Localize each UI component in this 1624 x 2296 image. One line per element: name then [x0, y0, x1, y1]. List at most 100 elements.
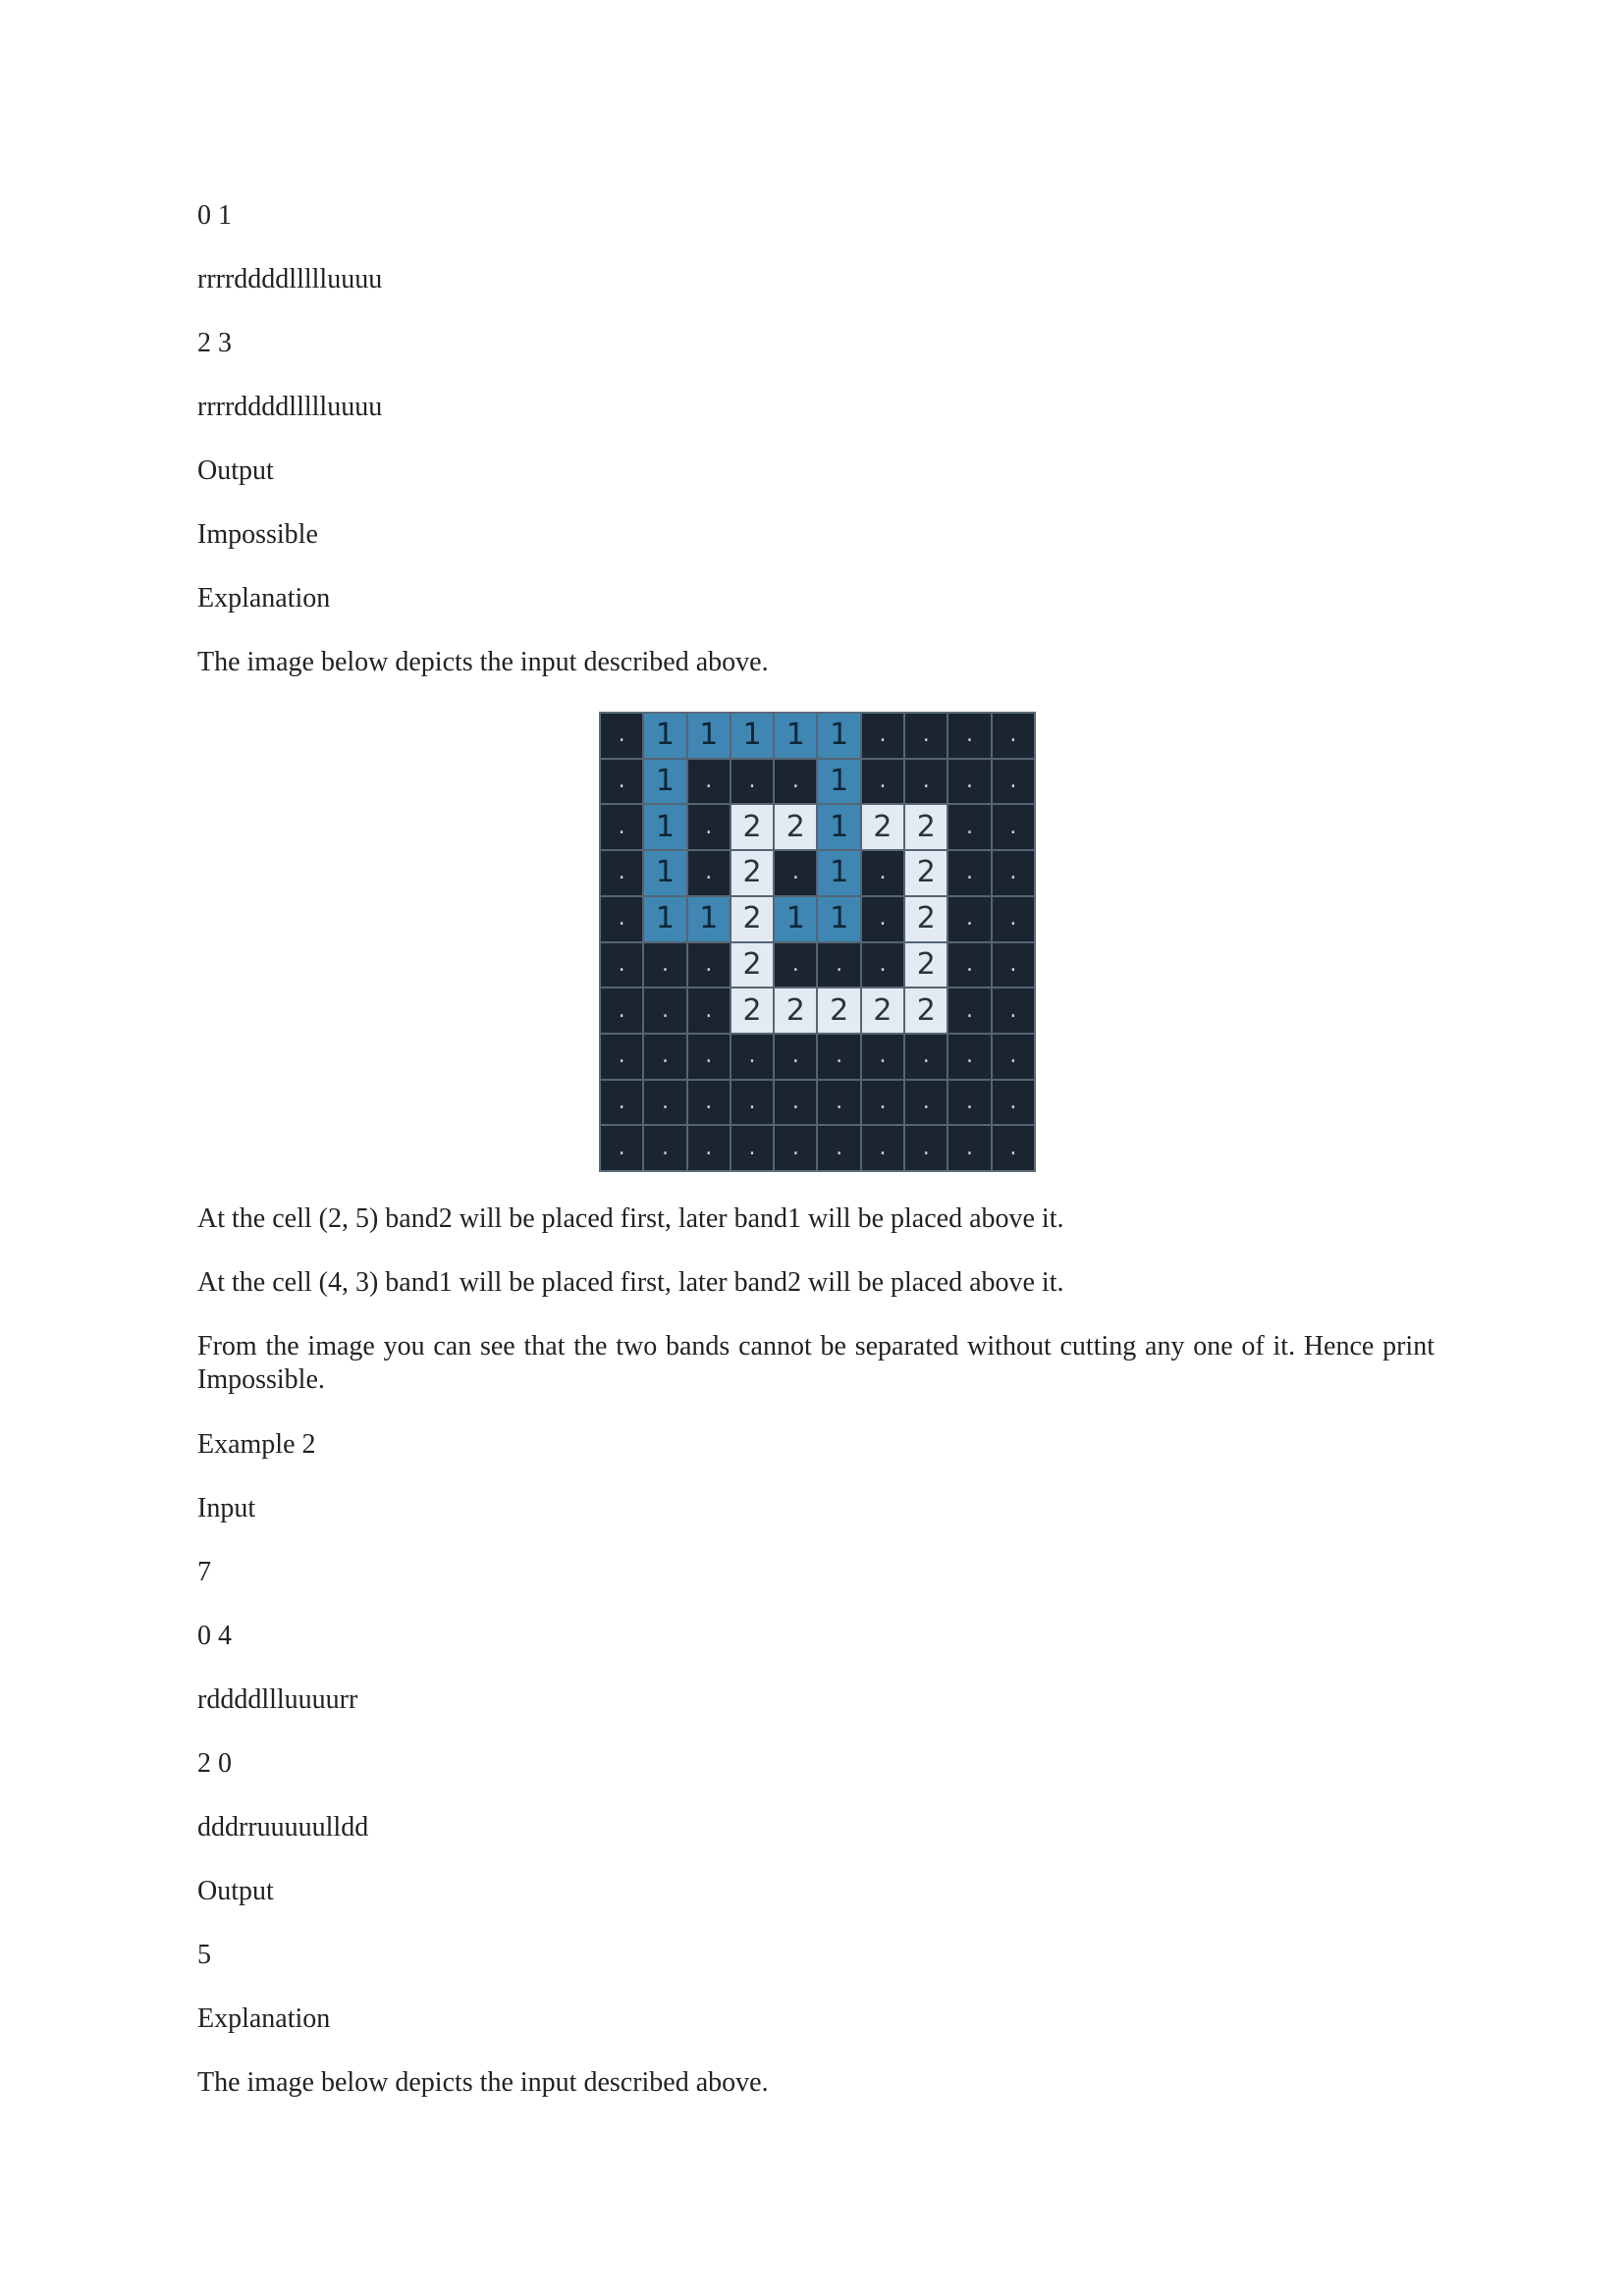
text-line: 0 4 — [197, 1621, 232, 1651]
text-line: Output — [197, 1876, 274, 1906]
grid-cell-empty: . — [775, 1034, 817, 1079]
grid-cell-empty: . — [644, 1034, 686, 1079]
grid-cell-band1: 1 — [731, 714, 774, 758]
grid-cell-empty: . — [861, 896, 904, 941]
grid-cell-empty: . — [992, 714, 1034, 758]
grid-cell-empty: . — [948, 896, 991, 941]
grid-cell-empty: . — [644, 1126, 686, 1170]
grid-cell-band1: 1 — [644, 759, 686, 804]
grid-cell-band2: 2 — [905, 988, 947, 1033]
grid-cell-empty: . — [731, 1126, 774, 1170]
text-line: rrrrddddllllluuuu — [197, 264, 383, 294]
grid-cell-empty: . — [992, 851, 1034, 895]
grid-cell-empty: . — [775, 1126, 817, 1170]
grid-cell-empty: . — [644, 1080, 686, 1125]
text-line: 0 1 — [197, 200, 232, 231]
text-line: The image below depicts the input descri… — [197, 2067, 769, 2098]
grid-cell-empty: . — [601, 896, 643, 941]
grid-cell-empty: . — [992, 896, 1034, 941]
text-line: Input — [197, 1493, 256, 1523]
grid-cell-empty: . — [687, 805, 730, 850]
grid-cell-band1: 1 — [818, 805, 860, 850]
grid-cell-empty: . — [948, 1034, 991, 1079]
grid-cell-band1: 1 — [818, 851, 860, 895]
grid-cell-empty: . — [601, 851, 643, 895]
grid-cell-band1: 1 — [644, 805, 686, 850]
grid-cell-band1: 1 — [818, 896, 860, 941]
grid-cell-band2: 2 — [905, 942, 947, 988]
grid-cell-band1: 1 — [775, 896, 817, 941]
grid-cell-empty: . — [601, 805, 643, 850]
grid-cell-empty: . — [948, 988, 991, 1033]
grid-cell-empty: . — [992, 988, 1034, 1033]
grid-cell-empty: . — [948, 1080, 991, 1125]
grid-cell-empty: . — [731, 759, 774, 804]
grid-cell-empty: . — [905, 759, 947, 804]
grid-cell-empty: . — [687, 1080, 730, 1125]
grid-cell-empty: . — [905, 714, 947, 758]
grid-cell-empty: . — [687, 1126, 730, 1170]
grid-cell-empty: . — [818, 1080, 860, 1125]
text-line: 2 0 — [197, 1748, 232, 1779]
text-line: 7 — [197, 1557, 211, 1587]
text-line: rrrrddddllllluuuu — [197, 392, 383, 422]
grid-cell-band2: 2 — [731, 805, 774, 850]
grid-cell-band1: 1 — [818, 759, 860, 804]
grid-cell-band2: 2 — [731, 851, 774, 895]
grid-cell-band1: 1 — [818, 714, 860, 758]
grid-cell-empty: . — [992, 1126, 1034, 1170]
grid-cell-band2: 2 — [905, 805, 947, 850]
text-line: rddddllluuuurr — [197, 1684, 358, 1715]
grid-cell-band1: 1 — [687, 896, 730, 941]
grid-cell-empty: . — [601, 1126, 643, 1170]
grid-cell-empty: . — [775, 1080, 817, 1125]
grid-cell-empty: . — [818, 942, 860, 988]
grid-cell-band2: 2 — [731, 896, 774, 941]
text-line: Output — [197, 455, 274, 486]
grid-cell-empty: . — [992, 1034, 1034, 1079]
grid-cell-empty: . — [644, 942, 686, 988]
grid-cell-empty: . — [948, 714, 991, 758]
grid-cell-empty: . — [818, 1034, 860, 1079]
grid-cell-empty: . — [775, 942, 817, 988]
text-line: The image below depicts the input descri… — [197, 647, 769, 677]
text-line: At the cell (2, 5) band2 will be placed … — [197, 1203, 1064, 1234]
grid-cell-empty: . — [687, 988, 730, 1033]
grid-cell-empty: . — [948, 942, 991, 988]
grid-cell-empty: . — [644, 988, 686, 1033]
text-line: dddrruuuuulldd — [197, 1812, 369, 1842]
text-line: Example 2 — [197, 1429, 316, 1460]
grid-cell-empty: . — [861, 759, 904, 804]
grid-cell-empty: . — [601, 1080, 643, 1125]
grid-cell-empty: . — [861, 851, 904, 895]
grid-cell-empty: . — [601, 942, 643, 988]
band-grid: .11111.....1...1.....1.22122...1.2.1.2..… — [601, 714, 1034, 1170]
grid-cell-empty: . — [992, 942, 1034, 988]
grid-cell-band1: 1 — [644, 714, 686, 758]
text-paragraph: From the image you can see that the two … — [197, 1331, 1435, 1395]
grid-cell-band2: 2 — [731, 988, 774, 1033]
grid-cell-band2: 2 — [905, 896, 947, 941]
grid-cell-band2: 2 — [731, 942, 774, 988]
grid-cell-empty: . — [905, 1126, 947, 1170]
grid-cell-empty: . — [687, 759, 730, 804]
grid-cell-empty: . — [948, 759, 991, 804]
grid-cell-empty: . — [861, 1080, 904, 1125]
grid-cell-band2: 2 — [905, 851, 947, 895]
grid-cell-empty: . — [992, 1080, 1034, 1125]
grid-cell-empty: . — [818, 1126, 860, 1170]
grid-cell-empty: . — [948, 851, 991, 895]
text-line: Impossible — [197, 519, 318, 550]
grid-cell-empty: . — [601, 759, 643, 804]
grid-cell-empty: . — [601, 1034, 643, 1079]
grid-cell-empty: . — [601, 988, 643, 1033]
grid-cell-empty: . — [992, 759, 1034, 804]
grid-cell-band1: 1 — [687, 714, 730, 758]
text-line: 5 — [197, 1940, 211, 1970]
grid-cell-empty: . — [905, 1034, 947, 1079]
grid-cell-band1: 1 — [644, 896, 686, 941]
grid-cell-band1: 1 — [775, 714, 817, 758]
grid-cell-band2: 2 — [861, 805, 904, 850]
grid-cell-empty: . — [905, 1080, 947, 1125]
grid-cell-empty: . — [775, 759, 817, 804]
